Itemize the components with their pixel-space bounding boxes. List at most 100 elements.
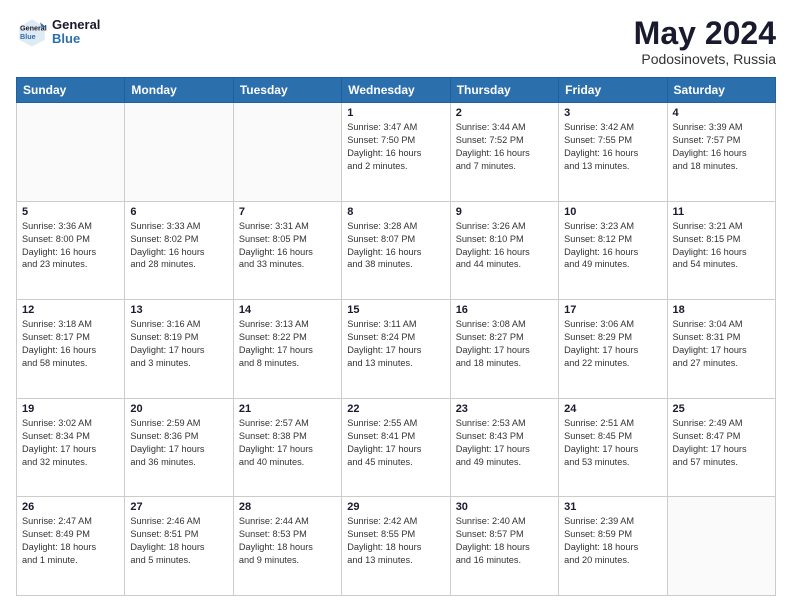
day-number: 18 bbox=[673, 304, 770, 316]
calendar-cell: 31Sunrise: 2:39 AMSunset: 8:59 PMDayligh… bbox=[559, 497, 667, 596]
calendar-cell: 3 Sunrise: 3:42 AMSunset: 7:55 PMDaylight… bbox=[559, 103, 667, 202]
day-number: 23 bbox=[456, 403, 553, 415]
day-info: Sunrise: 3:44 AMSunset: 7:52 PMDaylight:… bbox=[456, 121, 553, 173]
day-info: Sunrise: 3:23 AMSunset: 8:12 PMDaylight:… bbox=[564, 220, 661, 272]
calendar-cell: 9 Sunrise: 3:26 AMSunset: 8:10 PMDaylight… bbox=[450, 201, 558, 300]
calendar-cell: 13Sunrise: 3:16 AMSunset: 8:19 PMDayligh… bbox=[125, 300, 233, 399]
day-number: 14 bbox=[239, 304, 336, 316]
day-number: 19 bbox=[22, 403, 119, 415]
calendar-cell: 6 Sunrise: 3:33 AMSunset: 8:02 PMDaylight… bbox=[125, 201, 233, 300]
day-info: Sunrise: 2:44 AMSunset: 8:53 PMDaylight:… bbox=[239, 515, 336, 567]
day-number: 20 bbox=[130, 403, 227, 415]
calendar-cell: 11 Sunrise: 3:21 AMSunset: 8:15 PMDayligh… bbox=[667, 201, 775, 300]
day-info: Sunrise: 3:26 AMSunset: 8:10 PMDaylight:… bbox=[456, 220, 553, 272]
day-info: Sunrise: 2:51 AMSunset: 8:45 PMDaylight:… bbox=[564, 417, 661, 469]
col-header-sunday: Sunday bbox=[17, 78, 125, 103]
day-number: 24 bbox=[564, 403, 661, 415]
day-number: 1 bbox=[347, 107, 444, 119]
calendar-cell bbox=[233, 103, 341, 202]
calendar-cell bbox=[17, 103, 125, 202]
day-number: 10 bbox=[564, 206, 661, 218]
calendar-cell: 14 Sunrise: 3:13 AMSunset: 8:22 PMDayligh… bbox=[233, 300, 341, 399]
day-number: 13 bbox=[130, 304, 227, 316]
day-info: Sunrise: 3:28 AMSunset: 8:07 PMDaylight:… bbox=[347, 220, 444, 272]
calendar-header-row: SundayMondayTuesdayWednesdayThursdayFrid… bbox=[17, 78, 776, 103]
day-info: Sunrise: 2:49 AMSunset: 8:47 PMDaylight:… bbox=[673, 417, 770, 469]
day-info: Sunrise: 2:46 AMSunset: 8:51 PMDaylight:… bbox=[130, 515, 227, 567]
day-number: 21 bbox=[239, 403, 336, 415]
day-number: 29 bbox=[347, 501, 444, 513]
day-number: 9 bbox=[456, 206, 553, 218]
day-info: Sunrise: 3:21 AMSunset: 8:15 PMDaylight:… bbox=[673, 220, 770, 272]
day-number: 5 bbox=[22, 206, 119, 218]
day-number: 2 bbox=[456, 107, 553, 119]
day-number: 8 bbox=[347, 206, 444, 218]
calendar-week-5: 26Sunrise: 2:47 AMSunset: 8:49 PMDayligh… bbox=[17, 497, 776, 596]
day-info: Sunrise: 2:55 AMSunset: 8:41 PMDaylight:… bbox=[347, 417, 444, 469]
day-info: Sunrise: 2:53 AMSunset: 8:43 PMDaylight:… bbox=[456, 417, 553, 469]
day-info: Sunrise: 2:57 AMSunset: 8:38 PMDaylight:… bbox=[239, 417, 336, 469]
calendar-cell: 1Sunrise: 3:47 AMSunset: 7:50 PMDaylight… bbox=[342, 103, 450, 202]
day-info: Sunrise: 2:59 AMSunset: 8:36 PMDaylight:… bbox=[130, 417, 227, 469]
day-info: Sunrise: 2:42 AMSunset: 8:55 PMDaylight:… bbox=[347, 515, 444, 567]
day-info: Sunrise: 3:13 AMSunset: 8:22 PMDaylight:… bbox=[239, 318, 336, 370]
day-info: Sunrise: 3:31 AMSunset: 8:05 PMDaylight:… bbox=[239, 220, 336, 272]
calendar-week-4: 19 Sunrise: 3:02 AMSunset: 8:34 PMDayligh… bbox=[17, 398, 776, 497]
day-info: Sunrise: 3:08 AMSunset: 8:27 PMDaylight:… bbox=[456, 318, 553, 370]
col-header-thursday: Thursday bbox=[450, 78, 558, 103]
calendar-cell bbox=[667, 497, 775, 596]
calendar-cell: 10 Sunrise: 3:23 AMSunset: 8:12 PMDayligh… bbox=[559, 201, 667, 300]
col-header-wednesday: Wednesday bbox=[342, 78, 450, 103]
calendar-cell: 2 Sunrise: 3:44 AMSunset: 7:52 PMDaylight… bbox=[450, 103, 558, 202]
header: General Blue General Blue May 2024 Podos… bbox=[16, 16, 776, 67]
day-number: 11 bbox=[673, 206, 770, 218]
logo: General Blue General Blue bbox=[16, 16, 100, 48]
day-info: Sunrise: 3:42 AMSunset: 7:55 PMDaylight:… bbox=[564, 121, 661, 173]
calendar-cell: 7Sunrise: 3:31 AMSunset: 8:05 PMDaylight… bbox=[233, 201, 341, 300]
calendar-cell: 5 Sunrise: 3:36 AMSunset: 8:00 PMDaylight… bbox=[17, 201, 125, 300]
day-number: 25 bbox=[673, 403, 770, 415]
day-info: Sunrise: 3:36 AMSunset: 8:00 PMDaylight:… bbox=[22, 220, 119, 272]
day-info: Sunrise: 3:04 AMSunset: 8:31 PMDaylight:… bbox=[673, 318, 770, 370]
day-number: 30 bbox=[456, 501, 553, 513]
calendar-cell: 21 Sunrise: 2:57 AMSunset: 8:38 PMDayligh… bbox=[233, 398, 341, 497]
day-number: 22 bbox=[347, 403, 444, 415]
title-section: May 2024 Podosinovets, Russia bbox=[634, 16, 776, 67]
calendar-week-1: 1Sunrise: 3:47 AMSunset: 7:50 PMDaylight… bbox=[17, 103, 776, 202]
day-info: Sunrise: 3:39 AMSunset: 7:57 PMDaylight:… bbox=[673, 121, 770, 173]
month-year: May 2024 bbox=[634, 16, 776, 51]
day-info: Sunrise: 2:39 AMSunset: 8:59 PMDaylight:… bbox=[564, 515, 661, 567]
day-info: Sunrise: 3:02 AMSunset: 8:34 PMDaylight:… bbox=[22, 417, 119, 469]
day-number: 12 bbox=[22, 304, 119, 316]
calendar-table: SundayMondayTuesdayWednesdayThursdayFrid… bbox=[16, 77, 776, 596]
calendar-cell: 25 Sunrise: 2:49 AMSunset: 8:47 PMDayligh… bbox=[667, 398, 775, 497]
col-header-friday: Friday bbox=[559, 78, 667, 103]
calendar-cell: 4Sunrise: 3:39 AMSunset: 7:57 PMDaylight… bbox=[667, 103, 775, 202]
calendar-cell: 27 Sunrise: 2:46 AMSunset: 8:51 PMDayligh… bbox=[125, 497, 233, 596]
calendar-cell: 12 Sunrise: 3:18 AMSunset: 8:17 PMDayligh… bbox=[17, 300, 125, 399]
day-number: 15 bbox=[347, 304, 444, 316]
day-info: Sunrise: 3:18 AMSunset: 8:17 PMDaylight:… bbox=[22, 318, 119, 370]
day-number: 16 bbox=[456, 304, 553, 316]
day-number: 6 bbox=[130, 206, 227, 218]
day-info: Sunrise: 3:11 AMSunset: 8:24 PMDaylight:… bbox=[347, 318, 444, 370]
calendar-cell: 17Sunrise: 3:06 AMSunset: 8:29 PMDayligh… bbox=[559, 300, 667, 399]
day-number: 3 bbox=[564, 107, 661, 119]
calendar-cell: 24 Sunrise: 2:51 AMSunset: 8:45 PMDayligh… bbox=[559, 398, 667, 497]
col-header-monday: Monday bbox=[125, 78, 233, 103]
page: General Blue General Blue May 2024 Podos… bbox=[0, 0, 792, 612]
logo-general: General bbox=[52, 18, 100, 32]
calendar-cell: 20 Sunrise: 2:59 AMSunset: 8:36 PMDayligh… bbox=[125, 398, 233, 497]
calendar-cell: 18 Sunrise: 3:04 AMSunset: 8:31 PMDayligh… bbox=[667, 300, 775, 399]
calendar-cell: 8 Sunrise: 3:28 AMSunset: 8:07 PMDaylight… bbox=[342, 201, 450, 300]
calendar-week-3: 12 Sunrise: 3:18 AMSunset: 8:17 PMDayligh… bbox=[17, 300, 776, 399]
day-info: Sunrise: 3:06 AMSunset: 8:29 PMDaylight:… bbox=[564, 318, 661, 370]
day-number: 27 bbox=[130, 501, 227, 513]
day-info: Sunrise: 3:33 AMSunset: 8:02 PMDaylight:… bbox=[130, 220, 227, 272]
calendar-cell: 28Sunrise: 2:44 AMSunset: 8:53 PMDayligh… bbox=[233, 497, 341, 596]
calendar-cell: 19 Sunrise: 3:02 AMSunset: 8:34 PMDayligh… bbox=[17, 398, 125, 497]
calendar-cell bbox=[125, 103, 233, 202]
day-info: Sunrise: 2:40 AMSunset: 8:57 PMDaylight:… bbox=[456, 515, 553, 567]
calendar-week-2: 5 Sunrise: 3:36 AMSunset: 8:00 PMDaylight… bbox=[17, 201, 776, 300]
col-header-saturday: Saturday bbox=[667, 78, 775, 103]
